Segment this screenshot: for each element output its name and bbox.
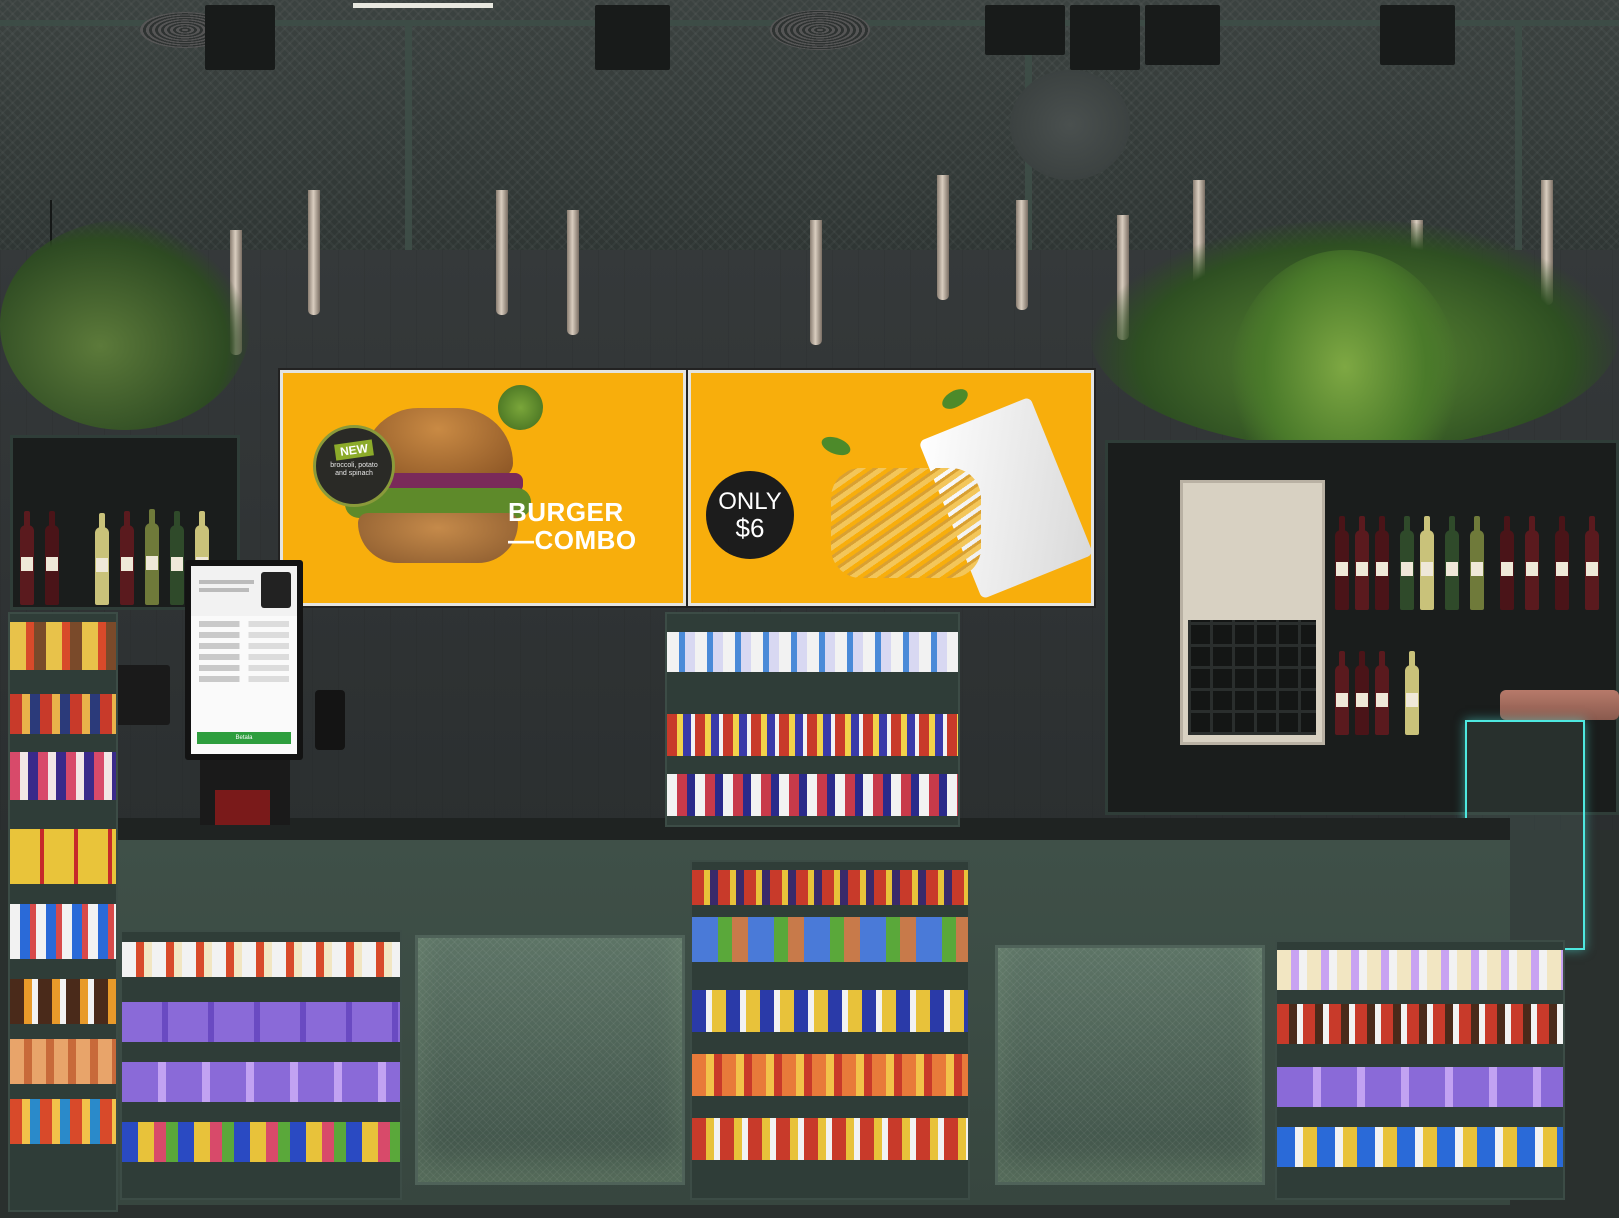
pendant-light [1016,200,1028,310]
new-badge-description: broccoli, potato and spinach [330,462,378,477]
product-row [10,1039,116,1084]
pendant-light [308,190,320,315]
wine-bottles-right-bottom [1330,640,1480,735]
receipt-printer [110,665,170,725]
kiosk-line-item[interactable] [199,643,289,649]
kiosk-line-item[interactable] [199,632,289,638]
kiosk-line-item[interactable] [199,676,289,682]
candy-shelf-center-counter [690,860,970,1200]
kiosk-line-item[interactable] [199,665,289,671]
counter-mesh-panel-right [995,945,1265,1185]
kiosk-scanner[interactable] [215,790,270,825]
self-checkout-screen[interactable]: Betala [185,560,303,760]
candy-shelf-left-tower [8,612,118,1212]
plant-left [0,220,250,430]
product-row [122,942,400,977]
french-fries [831,468,981,578]
headline-combo: —COMBO [508,525,637,555]
product-row [10,752,116,800]
track-light [205,5,275,70]
product-row [692,870,968,905]
ceiling-light-strip [353,3,493,8]
pendant-light [567,210,579,335]
product-row [122,1122,400,1162]
price-badge: ONLY $6 [706,471,794,559]
burger-bun-bottom [358,513,518,563]
product-row [667,774,958,816]
candy-shelf-right-counter [1275,940,1565,1200]
product-row [10,904,116,959]
menu-board-left: NEW broccoli, potato and spinach BURGER … [280,370,686,606]
product-row [10,694,116,734]
product-row [122,1002,400,1042]
broccoli-floret [498,385,543,430]
kiosk-line-item[interactable] [199,621,289,627]
basil-leaf [938,385,972,413]
kiosk-promo-image [261,572,291,608]
ceiling-vent [770,10,870,50]
product-row [10,1099,116,1144]
ceiling-post [1515,20,1522,260]
track-light [595,5,670,70]
product-row [1277,1004,1563,1044]
kiosk-line-item[interactable] [199,654,289,660]
track-light [1145,5,1220,65]
wine-bottles-right-top [1330,510,1619,610]
product-row [10,622,116,670]
ceiling-post [405,20,412,260]
track-light [985,5,1065,55]
product-row [692,917,968,962]
card-terminal[interactable] [315,690,345,750]
kiosk-header [191,566,297,616]
candy-shelf-left-counter [120,930,402,1200]
gum-and-candy-rack [665,612,960,827]
product-row [1277,950,1563,990]
product-row [1277,1127,1563,1167]
product-row [122,1062,400,1102]
product-row [692,1118,968,1160]
price-value: $6 [735,513,765,543]
product-row [10,829,116,884]
deli-food [1500,690,1619,720]
new-badge-title: NEW [334,439,374,461]
basil-leaf [819,433,853,459]
product-row [10,979,116,1024]
product-row [692,990,968,1032]
product-row [1277,1067,1563,1107]
track-light [1070,5,1140,70]
new-badge: NEW broccoli, potato and spinach [313,425,395,507]
pendant-light [496,190,508,315]
menu-board-right: ONLY $6 [688,370,1094,606]
product-row [667,632,958,672]
pendant-light [810,220,822,345]
price-label-only: ONLY [718,488,782,515]
headline-burger: BURGER [508,497,624,527]
counter-mesh-panel-left [415,935,685,1185]
ceiling-duct [1010,70,1130,180]
kiosk-pay-button[interactable]: Betala [197,732,291,744]
pendant-light [937,175,949,300]
wine-rack [1188,620,1316,735]
product-row [667,714,958,756]
product-row [692,1054,968,1096]
track-light [1380,5,1455,65]
